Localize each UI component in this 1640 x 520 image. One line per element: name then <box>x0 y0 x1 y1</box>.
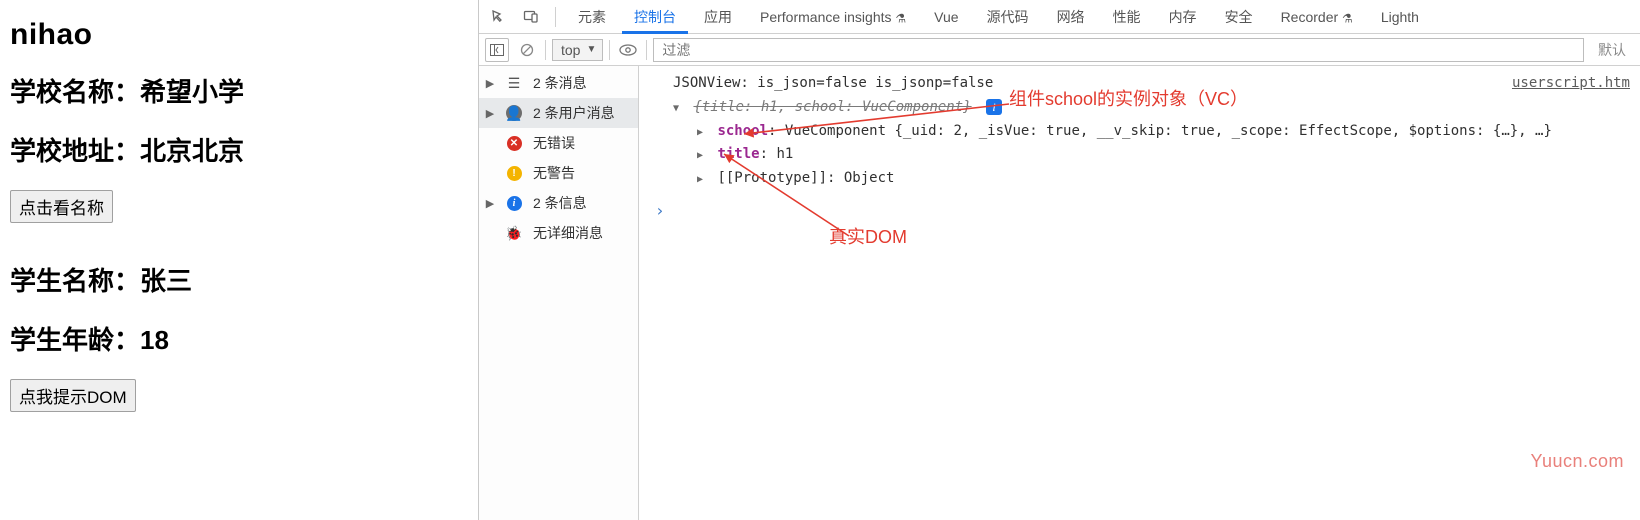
toolbar-sep <box>545 40 546 60</box>
console-sidebar: ▶ ☰ 2 条消息 ▶ 👤 2 条用户消息 ✕ 无错误 ! 无警告 <box>479 66 639 520</box>
app-heading: nihao <box>10 18 468 52</box>
tab-performance[interactable]: 性能 <box>1101 0 1153 34</box>
warning-icon: ! <box>505 166 523 181</box>
devtools-tabs: 元素 控制台 应用 Performance insights ⚗ Vue 源代码… <box>479 0 1640 34</box>
show-dom-button[interactable]: 点我提示DOM <box>10 379 136 412</box>
tab-sources[interactable]: 源代码 <box>975 0 1041 34</box>
info-badge-icon[interactable]: i <box>986 99 1002 115</box>
tab-recorder[interactable]: Recorder ⚗ <box>1269 0 1365 34</box>
live-expression-icon[interactable] <box>616 38 640 62</box>
caret-icon: ▶ <box>485 197 495 210</box>
console-object-prop-title[interactable]: title: h1 <box>649 143 1630 167</box>
school-name-label: 学校名称： <box>10 77 140 107</box>
toolbar-sep <box>609 40 610 60</box>
student-age-value: 18 <box>140 325 169 355</box>
prop-key: school <box>717 123 768 139</box>
caret-icon <box>697 124 709 141</box>
toolbar-sep <box>646 40 647 60</box>
school-address-label: 学校地址： <box>10 136 140 166</box>
school-address: 学校地址：北京北京 <box>10 131 468 168</box>
watermark: Yuucn.com <box>1530 451 1624 472</box>
clear-console-icon[interactable] <box>515 38 539 62</box>
school-address-value: 北京北京 <box>140 136 244 166</box>
sidebar-item-user-messages[interactable]: ▶ 👤 2 条用户消息 <box>479 98 638 128</box>
sidebar-item-label: 无警告 <box>533 163 628 183</box>
console-output: userscript.htm JSONView: is_json=false i… <box>639 66 1640 520</box>
console-object-proto[interactable]: [[Prototype]]: Object <box>649 167 1630 191</box>
app-panel: nihao 学校名称：希望小学 学校地址：北京北京 点击看名称 学生名称：张三 … <box>0 0 478 520</box>
log-levels-select[interactable]: 默认 <box>1590 40 1634 60</box>
prop-value: VueComponent {_uid: 2, _isVue: true, __v… <box>785 123 1552 139</box>
annotation-dom: 真实DOM <box>829 222 907 253</box>
chevron-down-icon: ▼ <box>586 44 596 55</box>
user-icon: 👤 <box>505 105 523 121</box>
object-summary-text: {title: h1, school: VueComponent} <box>693 99 971 115</box>
execution-context-value: top <box>561 42 580 58</box>
sidebar-item-label: 2 条信息 <box>533 193 628 213</box>
caret-icon: ▶ <box>485 107 495 120</box>
devtools-panel: 元素 控制台 应用 Performance insights ⚗ Vue 源代码… <box>478 0 1640 520</box>
caret-icon <box>673 100 685 117</box>
student-name-label: 学生名称： <box>10 266 140 296</box>
execution-context-select[interactable]: top ▼ <box>552 39 603 61</box>
annotation-vc: 组件school的实例对象（VC） <box>1009 84 1248 115</box>
caret-icon <box>697 171 709 188</box>
console-prompt[interactable]: › <box>649 197 1630 225</box>
tab-vue[interactable]: Vue <box>922 0 970 34</box>
error-icon: ✕ <box>505 136 523 151</box>
school-name: 学校名称：希望小学 <box>10 72 468 109</box>
student-name-value: 张三 <box>140 266 192 296</box>
prop-key: title <box>717 146 759 162</box>
tab-performance-insights[interactable]: Performance insights ⚗ <box>748 0 918 34</box>
list-icon: ☰ <box>505 75 523 92</box>
caret-icon <box>697 147 709 164</box>
bug-icon: 🐞 <box>505 225 523 242</box>
jsonview-line: JSONView: is_json=false is_jsonp=false <box>673 75 993 91</box>
student-age: 学生年龄：18 <box>10 320 468 357</box>
tab-console[interactable]: 控制台 <box>622 0 688 34</box>
prop-value: h1 <box>776 146 793 162</box>
sidebar-item-label: 无错误 <box>533 133 628 153</box>
tab-elements[interactable]: 元素 <box>566 0 618 34</box>
tab-separator <box>555 7 556 27</box>
student-name: 学生名称：张三 <box>10 261 468 298</box>
tab-application[interactable]: 应用 <box>692 0 744 34</box>
sidebar-item-errors[interactable]: ✕ 无错误 <box>479 128 638 158</box>
console-toolbar: top ▼ 默认 <box>479 34 1640 66</box>
sidebar-toggle-icon[interactable] <box>485 38 509 62</box>
inspect-icon[interactable] <box>485 9 513 25</box>
source-link[interactable]: userscript.htm <box>1512 72 1630 96</box>
sidebar-item-warnings[interactable]: ! 无警告 <box>479 158 638 188</box>
flask-icon: ⚗ <box>895 11 906 25</box>
info-icon: i <box>505 196 523 211</box>
tab-memory[interactable]: 内存 <box>1157 0 1209 34</box>
prop-value: Object <box>844 170 895 186</box>
device-toggle-icon[interactable] <box>517 9 545 25</box>
tab-security[interactable]: 安全 <box>1213 0 1265 34</box>
sidebar-item-label: 无详细消息 <box>533 223 628 243</box>
sidebar-item-label: 2 条消息 <box>533 73 628 93</box>
tab-network[interactable]: 网络 <box>1045 0 1097 34</box>
sidebar-item-label: 2 条用户消息 <box>533 103 628 123</box>
console-object-prop-school[interactable]: school: VueComponent {_uid: 2, _isVue: t… <box>649 120 1630 144</box>
sidebar-item-messages[interactable]: ▶ ☰ 2 条消息 <box>479 68 638 98</box>
tab-lighthouse[interactable]: Lighth <box>1369 0 1431 34</box>
console-filter-input[interactable] <box>653 38 1584 62</box>
school-name-value: 希望小学 <box>140 77 244 107</box>
flask-icon: ⚗ <box>1342 11 1353 25</box>
caret-icon: ▶ <box>485 77 495 90</box>
sidebar-item-verbose[interactable]: 🐞 无详细消息 <box>479 218 638 248</box>
chevron-right-icon: › <box>649 201 665 220</box>
prop-key: [[Prototype]] <box>717 170 827 186</box>
sidebar-item-info[interactable]: ▶ i 2 条信息 <box>479 188 638 218</box>
show-name-button[interactable]: 点击看名称 <box>10 190 113 223</box>
student-age-label: 学生年龄： <box>10 325 140 355</box>
